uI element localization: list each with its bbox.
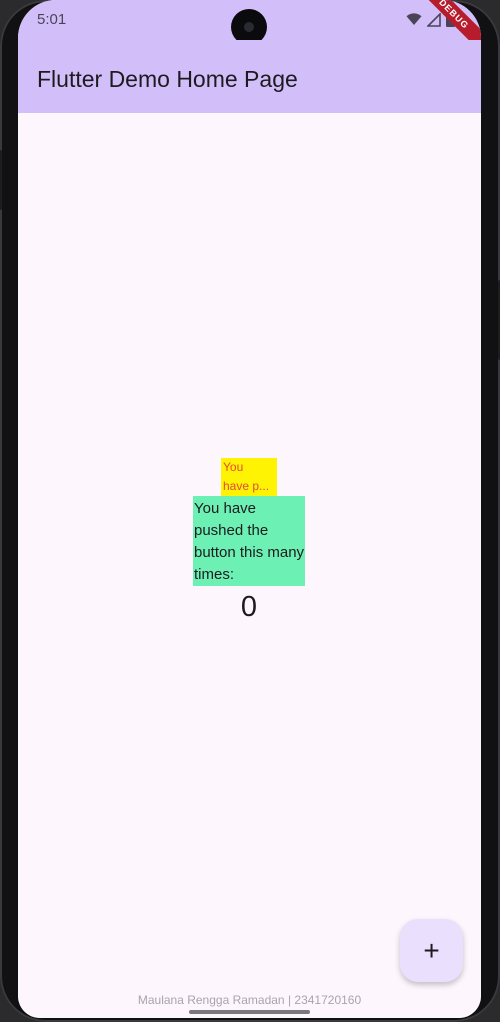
counter-value: 0 bbox=[240, 591, 258, 623]
body: You have p... You have pushed the button… bbox=[18, 113, 481, 1018]
status-bar: 5:01 DEBUG bbox=[18, 0, 481, 59]
status-time: 5:01 bbox=[37, 11, 67, 28]
yellow-text-box: You have p... bbox=[221, 458, 277, 496]
wifi-icon bbox=[406, 13, 422, 25]
phone-frame: 5:01 DEBUG Flutter Demo Home Page You ha… bbox=[0, 0, 500, 1022]
add-icon: + bbox=[423, 934, 440, 966]
yellow-text-line-1: You bbox=[223, 460, 244, 474]
signal-icon bbox=[427, 12, 441, 27]
yellow-text-line-2: have p... bbox=[223, 479, 270, 493]
page-title: Flutter Demo Home Page bbox=[37, 66, 298, 92]
increment-button[interactable]: + bbox=[400, 919, 463, 982]
footer-text: Maulana Rengga Ramadan | 2341720160 bbox=[137, 993, 362, 1007]
app-bar: Flutter Demo Home Page bbox=[18, 40, 481, 113]
screen: 5:01 DEBUG Flutter Demo Home Page You ha… bbox=[18, 0, 481, 1018]
home-indicator[interactable] bbox=[189, 1010, 310, 1014]
volume-button bbox=[0, 150, 2, 210]
green-text-box: You have pushed the button this many tim… bbox=[193, 496, 305, 586]
